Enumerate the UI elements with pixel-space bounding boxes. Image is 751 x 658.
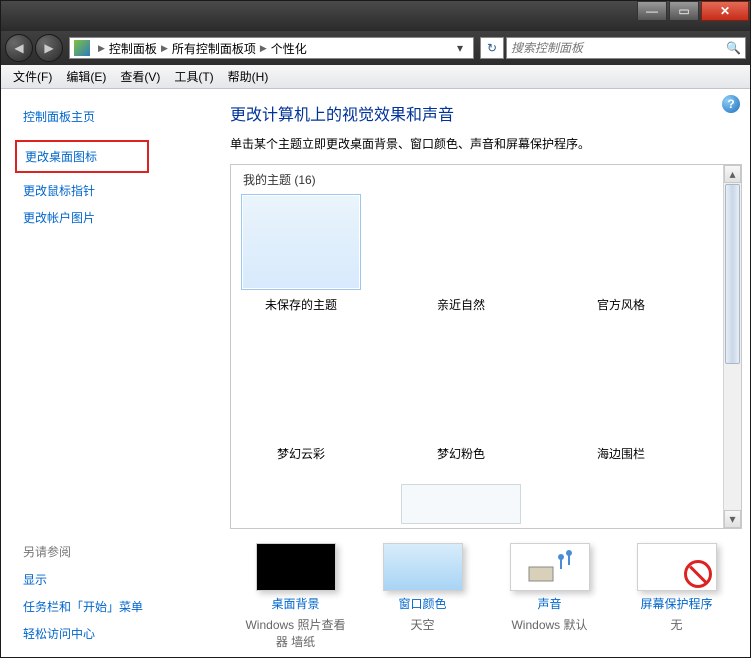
link-control-panel-home[interactable]: 控制面板主页 xyxy=(23,103,206,130)
theme-fence[interactable]: 海边围栏 xyxy=(561,343,681,462)
setting-value: Windows 照片查看器 墙纸 xyxy=(241,616,351,650)
theme-nature[interactable]: 亲近自然 xyxy=(401,194,521,313)
main: ? 更改计算机上的视觉效果和声音 单击某个主题立即更改桌面背景、窗口颜色、声音和… xyxy=(216,89,750,657)
setting-value: 无 xyxy=(670,616,682,633)
menu-edit[interactable]: 编辑(E) xyxy=(60,66,112,87)
minimize-button[interactable]: — xyxy=(637,1,667,21)
menu-tools[interactable]: 工具(T) xyxy=(168,66,219,87)
chevron-right-icon: ▶ xyxy=(161,43,168,54)
page-subtitle: 单击某个主题立即更改桌面背景、窗口颜色、声音和屏幕保护程序。 xyxy=(230,135,742,152)
setting-screen-saver[interactable]: 屏幕保护程序 无 xyxy=(622,543,732,650)
back-button[interactable]: ◀ xyxy=(5,34,33,62)
setting-window-color[interactable]: 窗口颜色 天空 xyxy=(368,543,478,650)
address-bar[interactable]: ▶ 控制面板 ▶ 所有控制面板项 ▶ 个性化 ▾ xyxy=(69,37,474,59)
themes-panel: 我的主题 (16) 未保存的主题 亲近自然 官方风格 xyxy=(230,164,742,529)
scrollbar[interactable]: ▴ ▾ xyxy=(723,165,741,528)
setting-sound[interactable]: 声音 Windows 默认 xyxy=(495,543,605,650)
breadcrumb-all-items[interactable]: 所有控制面板项 xyxy=(172,40,256,57)
help-icon[interactable]: ? xyxy=(722,95,740,113)
titlebar: — ▭ ✕ xyxy=(1,1,750,31)
maximize-button[interactable]: ▭ xyxy=(669,1,699,21)
theme-pink[interactable]: 梦幻粉色 xyxy=(401,343,521,462)
scroll-track[interactable] xyxy=(724,365,741,510)
search-box[interactable]: 🔍 xyxy=(506,37,746,59)
address-dropdown-icon[interactable]: ▾ xyxy=(451,41,469,55)
theme-name: 官方风格 xyxy=(597,296,645,313)
link-ease-of-access[interactable]: 轻松访问中心 xyxy=(23,620,206,647)
chevron-right-icon: ▶ xyxy=(260,43,267,54)
control-panel-icon xyxy=(74,40,90,56)
theme-unsaved[interactable]: 未保存的主题 xyxy=(241,194,361,313)
setting-value: Windows 默认 xyxy=(511,616,587,633)
page-title: 更改计算机上的视觉效果和声音 xyxy=(230,101,742,125)
menu-view[interactable]: 查看(V) xyxy=(114,66,166,87)
search-icon[interactable]: 🔍 xyxy=(726,41,741,55)
theme-name: 海边围栏 xyxy=(597,445,645,462)
setting-value: 天空 xyxy=(410,616,434,633)
link-display[interactable]: 显示 xyxy=(23,566,206,593)
menu-help[interactable]: 帮助(H) xyxy=(222,66,275,87)
navbar: ◀ ▶ ▶ 控制面板 ▶ 所有控制面板项 ▶ 个性化 ▾ ↻ 🔍 xyxy=(1,31,750,65)
theme-partial-2[interactable] xyxy=(401,484,521,524)
bg-thumb xyxy=(256,543,336,591)
no-icon xyxy=(684,560,712,588)
menu-file[interactable]: 文件(F) xyxy=(7,66,58,87)
theme-partial-3[interactable] xyxy=(561,484,681,524)
search-input[interactable] xyxy=(511,41,726,55)
theme-thumb xyxy=(241,194,361,290)
setting-title: 屏幕保护程序 xyxy=(640,595,712,612)
link-change-desktop-icons[interactable]: 更改桌面图标 xyxy=(17,142,147,171)
setting-title: 窗口颜色 xyxy=(398,595,446,612)
theme-official[interactable]: 官方风格 xyxy=(561,194,681,313)
scroll-down-button[interactable]: ▾ xyxy=(724,510,741,528)
color-thumb xyxy=(383,543,463,591)
link-change-account-picture[interactable]: 更改帐户图片 xyxy=(23,204,206,231)
window: — ▭ ✕ ◀ ▶ ▶ 控制面板 ▶ 所有控制面板项 ▶ 个性化 ▾ ↻ 🔍 文… xyxy=(0,0,751,658)
theme-name: 梦幻云彩 xyxy=(277,445,325,462)
theme-name: 亲近自然 xyxy=(437,296,485,313)
sound-thumb xyxy=(510,543,590,591)
themes-list: 我的主题 (16) 未保存的主题 亲近自然 官方风格 xyxy=(231,165,723,528)
refresh-button[interactable]: ↻ xyxy=(480,37,504,59)
link-change-mouse-pointers[interactable]: 更改鼠标指针 xyxy=(23,177,206,204)
close-button[interactable]: ✕ xyxy=(701,1,749,21)
ssr-thumb xyxy=(637,543,717,591)
forward-button[interactable]: ▶ xyxy=(35,34,63,62)
setting-title: 桌面背景 xyxy=(271,595,319,612)
breadcrumb-personalization[interactable]: 个性化 xyxy=(271,40,307,57)
scroll-up-button[interactable]: ▴ xyxy=(724,165,741,183)
my-themes-label: 我的主题 (16) xyxy=(241,169,713,194)
scroll-thumb[interactable] xyxy=(725,184,740,364)
theme-partial-1[interactable] xyxy=(241,484,361,524)
link-taskbar-start[interactable]: 任务栏和「开始」菜单 xyxy=(23,593,206,620)
theme-thumb xyxy=(401,484,521,524)
sidebar: 控制面板主页 更改桌面图标 更改鼠标指针 更改帐户图片 另请参阅 显示 任务栏和… xyxy=(1,89,216,657)
chevron-right-icon: ▶ xyxy=(98,43,105,54)
setting-desktop-background[interactable]: 桌面背景 Windows 照片查看器 墙纸 xyxy=(241,543,351,650)
theme-name: 梦幻粉色 xyxy=(437,445,485,462)
theme-name: 未保存的主题 xyxy=(265,296,337,313)
sound-icon xyxy=(525,549,575,585)
settings-row: 桌面背景 Windows 照片查看器 墙纸 窗口颜色 天空 xyxy=(230,529,742,656)
breadcrumb-control-panel[interactable]: 控制面板 xyxy=(109,40,157,57)
setting-title: 声音 xyxy=(537,595,561,612)
menubar: 文件(F) 编辑(E) 查看(V) 工具(T) 帮助(H) xyxy=(1,65,750,89)
see-also-heading: 另请参阅 xyxy=(23,537,206,566)
theme-clouds[interactable]: 梦幻云彩 xyxy=(241,343,361,462)
body: 控制面板主页 更改桌面图标 更改鼠标指针 更改帐户图片 另请参阅 显示 任务栏和… xyxy=(1,89,750,657)
